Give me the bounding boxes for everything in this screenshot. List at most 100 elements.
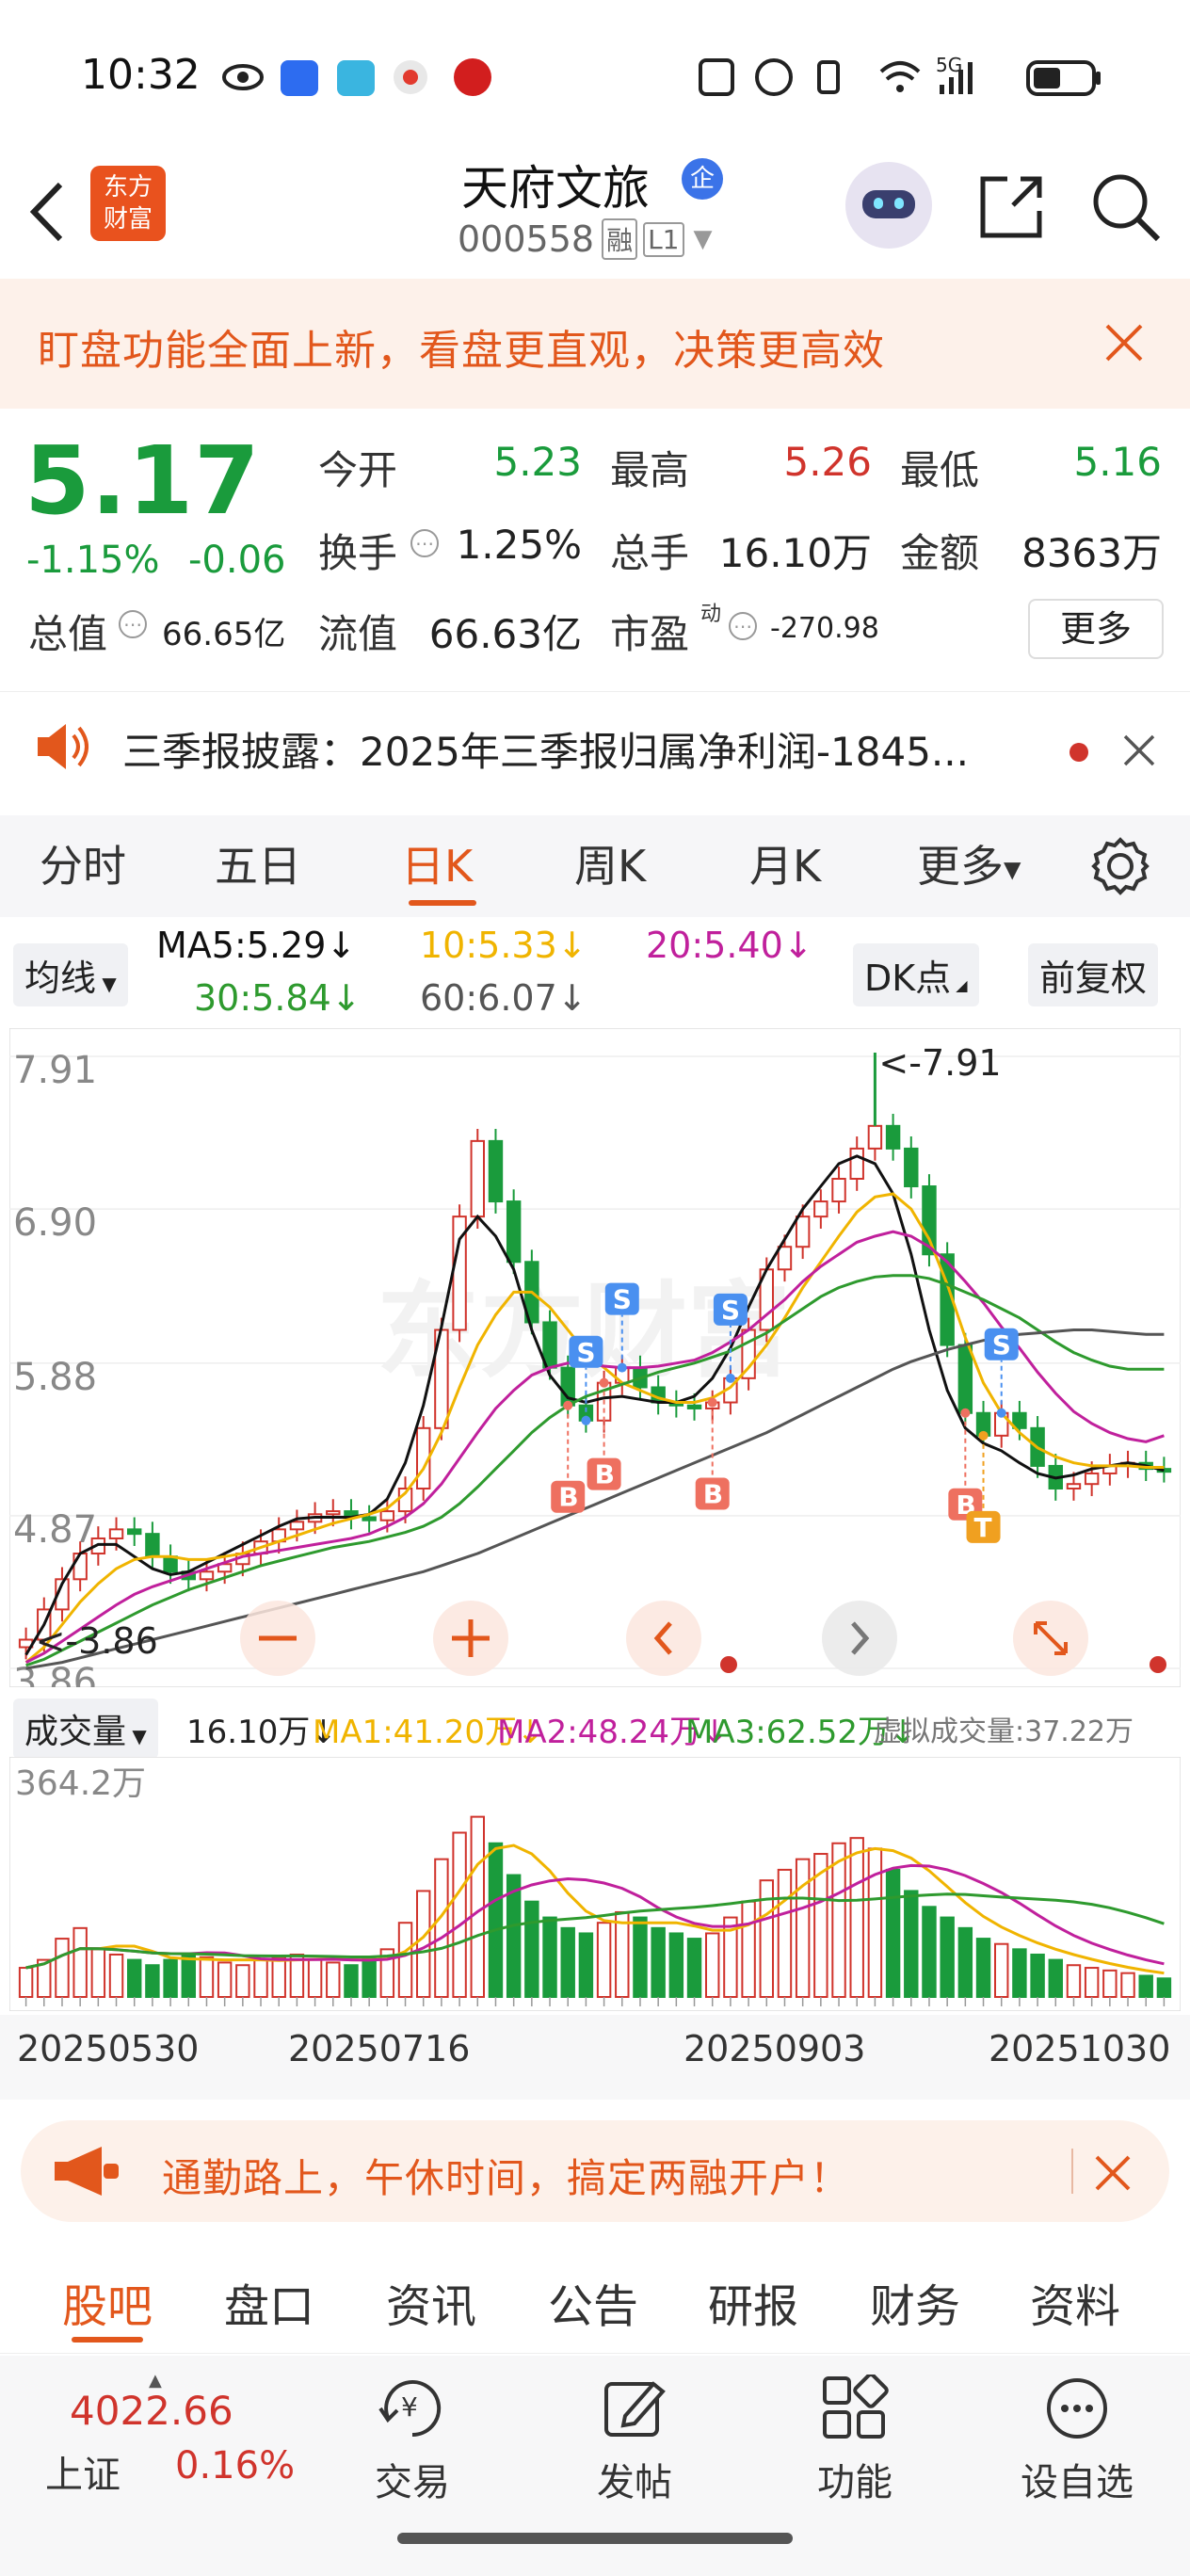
- volume-bar: [235, 1964, 250, 1998]
- date-axis: 20250530 20250716 20250903 20251030: [0, 2015, 1190, 2100]
- tab-five-day[interactable]: 五日: [215, 832, 301, 894]
- volume-bar: [90, 1948, 106, 1998]
- stock-code[interactable]: 000558 融 L1 ▼: [458, 218, 713, 260]
- y-tick-label: 4.87: [13, 1508, 97, 1552]
- promo-banner[interactable]: 盯盘功能全面上新，看盘更直观，决策更高效: [0, 279, 1190, 409]
- ma30-value: 30:5.84↓: [194, 977, 362, 1019]
- close-icon[interactable]: [1094, 2154, 1132, 2192]
- fullscreen-button[interactable]: [1013, 1601, 1088, 1676]
- eastmoney-logo[interactable]: 东方 财富: [90, 166, 166, 241]
- tab-more[interactable]: 更多▼: [917, 832, 1021, 894]
- change-percent: -1.15%: [26, 539, 160, 582]
- tab-profile[interactable]: 资料: [1030, 2269, 1120, 2335]
- volume-bar: [199, 1956, 215, 1998]
- volume-bar: [975, 1938, 991, 1998]
- info-icon[interactable]: ⋯: [119, 610, 147, 638]
- post-label: 发帖: [597, 2461, 672, 2504]
- volume-bar: [1084, 1967, 1100, 1998]
- volume-bar: [145, 1964, 160, 1998]
- news-ticker[interactable]: 三季报披露：2025年三季报归属净利润-1845...: [0, 691, 1190, 806]
- volume-bar: [488, 1842, 504, 1998]
- volume-bar: [344, 1964, 359, 1998]
- tab-forum[interactable]: 股吧: [62, 2269, 153, 2335]
- zoom-in-button[interactable]: [433, 1601, 508, 1676]
- margin-account-promo[interactable]: 通勤路上，午休时间，搞定两融开户！: [21, 2120, 1169, 2222]
- volume-bar: [686, 1938, 702, 1998]
- volume-bar: [1012, 1948, 1027, 1998]
- close-icon[interactable]: [1122, 733, 1156, 767]
- caret-down-icon: ▼: [96, 973, 117, 995]
- volume-bar: [994, 1942, 1009, 1999]
- chevron-down-icon: ▼: [693, 225, 713, 253]
- back-icon[interactable]: [26, 179, 68, 245]
- speaker-icon: [38, 724, 88, 769]
- zoom-out-button[interactable]: [240, 1601, 315, 1676]
- y-tick-label: 5.88: [13, 1356, 97, 1399]
- post-button[interactable]: 发帖: [550, 2375, 719, 2506]
- share-icon[interactable]: [975, 171, 1047, 243]
- tab-weekly-k[interactable]: 周K: [574, 832, 646, 894]
- search-icon[interactable]: [1088, 169, 1164, 245]
- volume-bar: [326, 1961, 341, 1999]
- volume-bar: [596, 1922, 612, 1998]
- volume-bar: [1120, 1972, 1135, 1999]
- ma-select[interactable]: 均线 ▼: [13, 943, 128, 1006]
- adjust-button[interactable]: 前复权: [1028, 943, 1159, 1006]
- tab-announcements[interactable]: 公告: [548, 2269, 638, 2335]
- features-button[interactable]: 功能: [770, 2373, 940, 2506]
- index-widget[interactable]: ▲ 4022.66 上证 0.16%: [19, 2371, 301, 2520]
- svg-text:B: B: [703, 1479, 723, 1510]
- megaphone-icon: [55, 2147, 119, 2196]
- info-icon[interactable]: ⋯: [410, 529, 439, 557]
- tab-intraday[interactable]: 分时: [40, 832, 126, 894]
- close-icon[interactable]: [1103, 322, 1145, 363]
- trade-icon: ¥: [378, 2380, 442, 2438]
- add-watchlist-button[interactable]: 设自选: [992, 2375, 1162, 2506]
- ma-select-label: 均线: [24, 958, 97, 999]
- caret-down-icon: ▼: [126, 1725, 147, 1747]
- ma5-value: MA5:5.29↓: [156, 925, 357, 966]
- min-price-label: <-3.86: [36, 1620, 158, 1662]
- volume-select[interactable]: 成交量 ▼: [13, 1699, 158, 1759]
- logo-text-2: 财富: [103, 205, 153, 233]
- svg-text:S: S: [576, 1337, 595, 1368]
- volume-chart[interactable]: 364.2万: [9, 1757, 1181, 2011]
- volume-label: 总手: [610, 530, 690, 576]
- volume-bar: [434, 1858, 449, 1998]
- assistant-avatar[interactable]: [845, 162, 932, 249]
- corner-icon: ◢: [951, 976, 968, 994]
- open-label: 今开: [318, 447, 398, 493]
- more-button[interactable]: 更多: [1028, 599, 1164, 659]
- tab-monthly-k[interactable]: 月K: [749, 832, 821, 894]
- settings-gear-icon[interactable]: [1090, 836, 1150, 896]
- scroll-left-button[interactable]: [626, 1601, 701, 1676]
- level-badge: L1: [643, 221, 684, 257]
- volume-bar: [253, 1958, 268, 1998]
- kline-chart[interactable]: 7.916.905.884.873.86 东方财富 BBSSBSBTS <-7.…: [9, 1028, 1181, 1687]
- stock-header: 东方 财富 天府文旅 企 000558 融 L1 ▼: [0, 141, 1190, 279]
- mktcap-label: 总值: [28, 611, 108, 657]
- trade-button[interactable]: ¥ 交易: [328, 2375, 497, 2506]
- event-dot: [720, 1656, 737, 1673]
- dk-point-button[interactable]: DK点 ◢: [853, 943, 979, 1006]
- volume-bar: [18, 1967, 34, 1998]
- volume-bar: [904, 1890, 919, 1999]
- y-tick-label: 6.90: [13, 1201, 97, 1245]
- tab-news[interactable]: 资讯: [386, 2269, 476, 2335]
- margin-promo-text: 通勤路上，午休时间，搞定两融开户！: [162, 2155, 851, 2201]
- tab-research[interactable]: 研报: [708, 2269, 798, 2335]
- trade-label: 交易: [375, 2461, 450, 2504]
- more-dots-icon: [1047, 2378, 1107, 2439]
- tab-orderbook[interactable]: 盘口: [224, 2269, 314, 2335]
- tab-daily-k[interactable]: 日K: [401, 832, 473, 894]
- stock-code-text: 000558: [458, 218, 595, 260]
- float-label: 流值: [318, 611, 398, 657]
- volume-bar: [127, 1958, 142, 1998]
- period-tabs: 分时 五日 日K 周K 月K 更多▼: [0, 815, 1190, 917]
- info-icon[interactable]: ⋯: [729, 612, 757, 640]
- stock-name: 天府文旅: [461, 161, 650, 216]
- y-tick-label: 7.91: [13, 1049, 97, 1092]
- change-amount: -0.06: [188, 539, 286, 582]
- scroll-right-button[interactable]: [822, 1601, 897, 1676]
- tab-financials[interactable]: 财务: [870, 2269, 960, 2335]
